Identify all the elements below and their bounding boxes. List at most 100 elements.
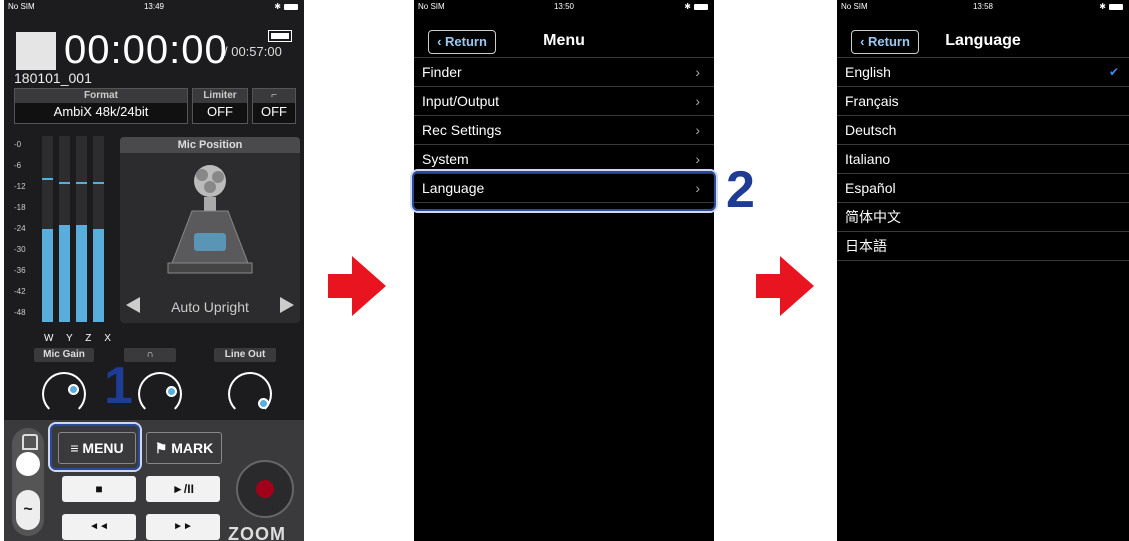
language-option-french[interactable]: Français: [837, 86, 1129, 115]
page-title: Menu: [543, 32, 585, 49]
fast-forward-button[interactable]: ►►: [146, 514, 220, 540]
mic-gain-label: Mic Gain: [34, 348, 94, 362]
page-title: Language: [945, 32, 1021, 49]
chevron-right-icon: ›: [695, 151, 700, 167]
level-meters: -0 -6 -12 -18 -24 -30 -36 -42 -48: [14, 132, 114, 322]
meter-scale-label: -24: [14, 224, 26, 233]
filter-value: OFF: [261, 104, 287, 119]
step1-number: 1: [104, 357, 133, 415]
status-time: 13:49: [143, 2, 165, 11]
language-option-italian[interactable]: Italiano: [837, 144, 1129, 173]
chevron-right-icon: ›: [695, 64, 700, 80]
headphone-knob[interactable]: [138, 372, 182, 416]
language-option-japanese[interactable]: 日本語: [837, 231, 1129, 261]
menu-item-label: System: [422, 151, 469, 167]
menu-item-rec-settings[interactable]: Rec Settings ›: [414, 115, 714, 144]
play-pause-button[interactable]: ►/II: [146, 476, 220, 502]
language-option-spanish[interactable]: Español: [837, 173, 1129, 202]
line-out-label: Line Out: [214, 348, 276, 362]
language-option-german[interactable]: Deutsch: [837, 115, 1129, 144]
mic-position-mode: Auto Upright: [171, 299, 249, 315]
language-label: English: [845, 64, 891, 80]
file-name: 180101_001: [14, 70, 92, 86]
mark-button-label: MARK: [171, 440, 214, 456]
language-screen: No SIM 13:58 ✱ ‹ Return Language English…: [837, 0, 1129, 541]
menu-screen: No SIM 13:50 ✱ ‹ Return Menu Finder › Inp…: [414, 0, 714, 541]
device-battery-icon: [268, 30, 292, 42]
format-box[interactable]: Format AmbiX 48k/24bit: [14, 88, 188, 124]
arrow-right-icon: [328, 256, 386, 316]
status-time: 13:50: [553, 2, 575, 11]
zoom-logo: ZOOM: [228, 524, 286, 541]
meter-scale-label: -18: [14, 203, 26, 212]
limiter-box[interactable]: Limiter OFF: [192, 88, 248, 124]
language-label: Italiano: [845, 151, 891, 167]
line-out-knob[interactable]: [228, 372, 272, 416]
step2-number: 2: [726, 161, 755, 219]
chevron-right-icon: ›: [695, 93, 700, 109]
menu-item-label: Rec Settings: [422, 122, 502, 138]
stop-indicator-icon: [16, 32, 56, 70]
remaining-time: / 00:57:00: [224, 44, 282, 59]
status-bar: No SIM 13:49 ✱: [4, 0, 304, 14]
language-list: English ✔ Français Deutsch Italiano Españ…: [837, 57, 1129, 261]
menu-item-finder[interactable]: Finder ›: [414, 57, 714, 86]
mark-button[interactable]: ⚑ MARK: [146, 432, 222, 464]
low-cut-icon: ⌐: [253, 89, 295, 103]
next-arrow-icon[interactable]: [280, 297, 294, 313]
language-label: Français: [845, 93, 899, 109]
meter-scale-label: -48: [14, 308, 26, 317]
battery-icon: ✱: [274, 2, 298, 11]
mic-gain-knob[interactable]: [42, 372, 86, 416]
battery-icon: ✱: [684, 2, 708, 11]
step2-highlight: [412, 171, 716, 211]
mic-position-panel[interactable]: Mic Position Auto Upright: [120, 137, 300, 323]
language-option-chinese[interactable]: 简体中文: [837, 202, 1129, 231]
status-bar: No SIM 13:50 ✱: [414, 0, 714, 14]
menu-item-label: Finder: [422, 64, 462, 80]
arrow-right-icon: [756, 256, 814, 316]
format-label: Format: [15, 89, 187, 103]
chevron-right-icon: ›: [695, 122, 700, 138]
record-button[interactable]: [236, 460, 294, 518]
record-icon: [256, 480, 274, 498]
lock-icon: [22, 434, 38, 450]
meter-scale-label: -36: [14, 266, 26, 275]
stop-button[interactable]: ■: [62, 476, 136, 502]
language-label: Deutsch: [845, 122, 897, 138]
meter-scale-label: -30: [14, 245, 26, 254]
record-timer: 00:00:00: [64, 28, 228, 72]
menu-item-system[interactable]: System ›: [414, 144, 714, 173]
battery-icon: ✱: [1099, 2, 1123, 11]
language-option-english[interactable]: English ✔: [837, 57, 1129, 86]
language-label: 日本語: [845, 238, 887, 254]
language-label: 简体中文: [845, 209, 901, 225]
status-bar: No SIM 13:58 ✱: [837, 0, 1129, 14]
nav-bar: ‹ Return Language: [837, 28, 1129, 54]
limiter-value: OFF: [207, 104, 233, 119]
menu-item-label: Input/Output: [422, 93, 500, 109]
meter-scale-label: -6: [14, 161, 22, 170]
meter-scale-label: -0: [14, 140, 22, 149]
meter-scale-label: -12: [14, 182, 26, 191]
recorder-screen: No SIM 13:49 ✱ 00:00:00 / 00:57:00 18010…: [4, 0, 304, 541]
mic-device-icon: [167, 165, 253, 274]
menu-item-input-output[interactable]: Input/Output ›: [414, 86, 714, 115]
checkmark-icon: ✔: [1108, 65, 1119, 79]
step1-highlight: [50, 424, 140, 470]
limiter-label: Limiter: [193, 89, 247, 103]
meter-x: [93, 136, 104, 322]
channel-labels: W Y Z X: [44, 333, 116, 344]
language-label: Español: [845, 180, 896, 196]
meter-scale-label: -42: [14, 287, 26, 296]
mic-position-title: Mic Position: [120, 137, 300, 153]
format-value: AmbiX 48k/24bit: [53, 104, 149, 119]
hold-toggle[interactable]: [16, 452, 40, 476]
meter-y: [59, 136, 70, 322]
filter-box[interactable]: ⌐ OFF: [252, 88, 296, 124]
rewind-button[interactable]: ◄◄: [62, 514, 136, 540]
meter-z: [76, 136, 87, 322]
meter-w: [42, 136, 53, 322]
hold-switch[interactable]: ~: [12, 428, 44, 536]
wave-button[interactable]: ~: [16, 490, 40, 530]
